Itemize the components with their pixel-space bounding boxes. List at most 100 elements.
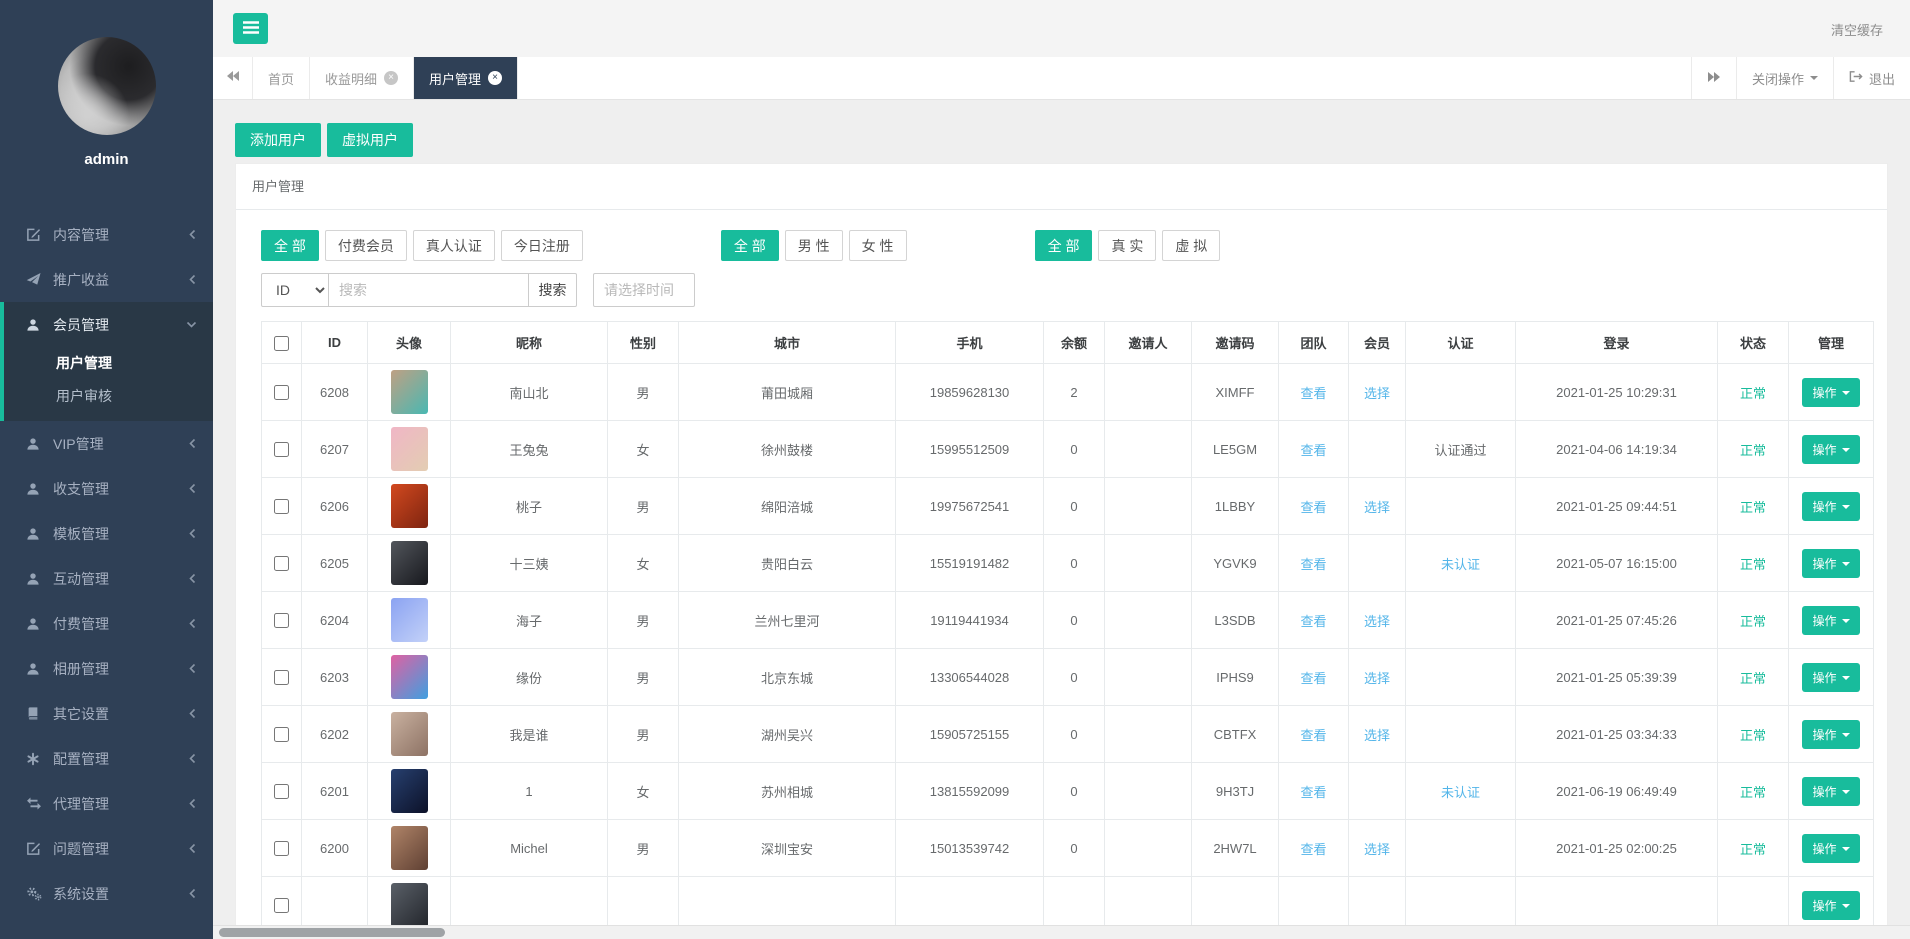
avatar[interactable] [58, 37, 156, 135]
team-view-link[interactable]: 查看 [1300, 386, 1326, 401]
menu-toggle-button[interactable] [233, 13, 268, 44]
caret-down-icon [1842, 505, 1850, 509]
row-checkbox[interactable] [274, 499, 289, 514]
book-icon [26, 706, 44, 721]
sidebar-item[interactable]: 互动管理 [0, 556, 213, 601]
search-button[interactable]: 搜索 [529, 273, 577, 307]
row-action-button[interactable]: 操作 [1802, 549, 1859, 578]
row-action-button[interactable]: 操作 [1802, 663, 1859, 692]
team-view-link[interactable]: 查看 [1300, 557, 1326, 572]
time-picker-input[interactable] [593, 273, 695, 307]
user-icon [26, 318, 44, 332]
user-avatar[interactable] [391, 655, 428, 699]
tab-close-icon[interactable]: × [488, 71, 502, 85]
sidebar-subitem[interactable]: 用户审核 [4, 380, 213, 413]
clear-cache-link[interactable]: 清空缓存 [1831, 20, 1883, 39]
member-select-link[interactable]: 选择 [1364, 842, 1390, 857]
row-checkbox[interactable] [274, 784, 289, 799]
row-checkbox[interactable] [274, 727, 289, 742]
row-checkbox[interactable] [274, 556, 289, 571]
filter-button[interactable]: 全 部 [721, 230, 779, 261]
tab-item[interactable]: 首页 [253, 57, 310, 99]
team-view-link[interactable]: 查看 [1300, 500, 1326, 515]
filter-button[interactable]: 全 部 [1035, 230, 1093, 261]
filter-button[interactable]: 全 部 [261, 230, 319, 261]
member-select-link[interactable]: 选择 [1364, 386, 1390, 401]
row-action-button[interactable]: 操作 [1802, 378, 1859, 407]
team-view-link[interactable]: 查看 [1300, 614, 1326, 629]
auth-status-link[interactable]: 未认证 [1441, 557, 1480, 572]
filter-button[interactable]: 真 实 [1098, 230, 1156, 261]
team-view-link[interactable]: 查看 [1300, 443, 1326, 458]
sidebar-item[interactable]: 相册管理 [0, 646, 213, 691]
close-operations-dropdown[interactable]: 关闭操作 [1736, 57, 1833, 99]
row-action-button[interactable]: 操作 [1802, 891, 1859, 920]
horizontal-scrollbar[interactable] [213, 925, 1910, 939]
sidebar-item[interactable]: 推广收益 [0, 257, 213, 302]
sidebar-item[interactable]: 代理管理 [0, 781, 213, 826]
tab-close-icon[interactable]: × [384, 71, 398, 85]
row-checkbox[interactable] [274, 613, 289, 628]
sidebar-item[interactable]: 其它设置 [0, 691, 213, 736]
user-avatar[interactable] [391, 370, 428, 414]
sidebar-item[interactable]: 内容管理 [0, 212, 213, 257]
team-view-link[interactable]: 查看 [1300, 842, 1326, 857]
search-field-select[interactable]: ID [261, 273, 329, 307]
cell-member [1349, 763, 1406, 820]
search-input[interactable] [329, 273, 529, 307]
row-action-button[interactable]: 操作 [1802, 435, 1859, 464]
filter-button[interactable]: 男 性 [785, 230, 843, 261]
select-all-checkbox[interactable] [274, 336, 289, 351]
row-action-button[interactable]: 操作 [1802, 720, 1859, 749]
team-view-link[interactable]: 查看 [1300, 785, 1326, 800]
user-avatar[interactable] [391, 484, 428, 528]
sidebar-item[interactable]: 配置管理 [0, 736, 213, 781]
virtual-user-button[interactable]: 虚拟用户 [327, 123, 413, 157]
sidebar-item[interactable]: 问题管理 [0, 826, 213, 871]
filter-button[interactable]: 今日注册 [501, 230, 583, 261]
user-avatar[interactable] [391, 427, 428, 471]
tab-item[interactable]: 收益明细× [310, 57, 414, 99]
sidebar-item[interactable]: 付费管理 [0, 601, 213, 646]
filter-button[interactable]: 女 性 [849, 230, 907, 261]
logout-button[interactable]: 退出 [1833, 57, 1910, 99]
row-checkbox[interactable] [274, 385, 289, 400]
filter-button[interactable]: 真人认证 [413, 230, 495, 261]
sidebar-item[interactable]: 系统设置 [0, 871, 213, 916]
cell-login: 2021-01-25 02:00:25 [1516, 820, 1718, 877]
tab-active[interactable]: 用户管理× [414, 57, 518, 99]
member-select-link[interactable]: 选择 [1364, 728, 1390, 743]
sidebar-item[interactable]: 收支管理 [0, 466, 213, 511]
tabs-scroll-right-button[interactable] [1691, 57, 1736, 99]
cell-id: 6202 [302, 706, 368, 763]
row-action-button[interactable]: 操作 [1802, 606, 1859, 635]
user-avatar[interactable] [391, 712, 428, 756]
member-select-link[interactable]: 选择 [1364, 671, 1390, 686]
row-action-button[interactable]: 操作 [1802, 777, 1859, 806]
team-view-link[interactable]: 查看 [1300, 728, 1326, 743]
add-user-button[interactable]: 添加用户 [235, 123, 321, 157]
row-checkbox[interactable] [274, 841, 289, 856]
user-avatar[interactable] [391, 598, 428, 642]
user-avatar[interactable] [391, 541, 428, 585]
row-checkbox[interactable] [274, 898, 289, 913]
horizontal-scrollbar-thumb[interactable] [219, 928, 445, 937]
sidebar-subitem[interactable]: 用户管理 [4, 347, 213, 380]
auth-status-link[interactable]: 未认证 [1441, 785, 1480, 800]
user-avatar[interactable] [391, 769, 428, 813]
row-action-button[interactable]: 操作 [1802, 834, 1859, 863]
row-checkbox[interactable] [274, 670, 289, 685]
tabs-scroll-left-button[interactable] [213, 57, 253, 99]
sidebar-item[interactable]: VIP管理 [0, 421, 213, 466]
user-avatar[interactable] [391, 826, 428, 870]
filter-button[interactable]: 虚 拟 [1162, 230, 1220, 261]
row-action-button[interactable]: 操作 [1802, 492, 1859, 521]
row-checkbox[interactable] [274, 442, 289, 457]
filter-button[interactable]: 付费会员 [325, 230, 407, 261]
member-select-link[interactable]: 选择 [1364, 614, 1390, 629]
member-select-link[interactable]: 选择 [1364, 500, 1390, 515]
user-avatar[interactable] [391, 883, 428, 925]
sidebar-item[interactable]: 模板管理 [0, 511, 213, 556]
sidebar-item[interactable]: 会员管理 [4, 302, 213, 347]
team-view-link[interactable]: 查看 [1300, 671, 1326, 686]
